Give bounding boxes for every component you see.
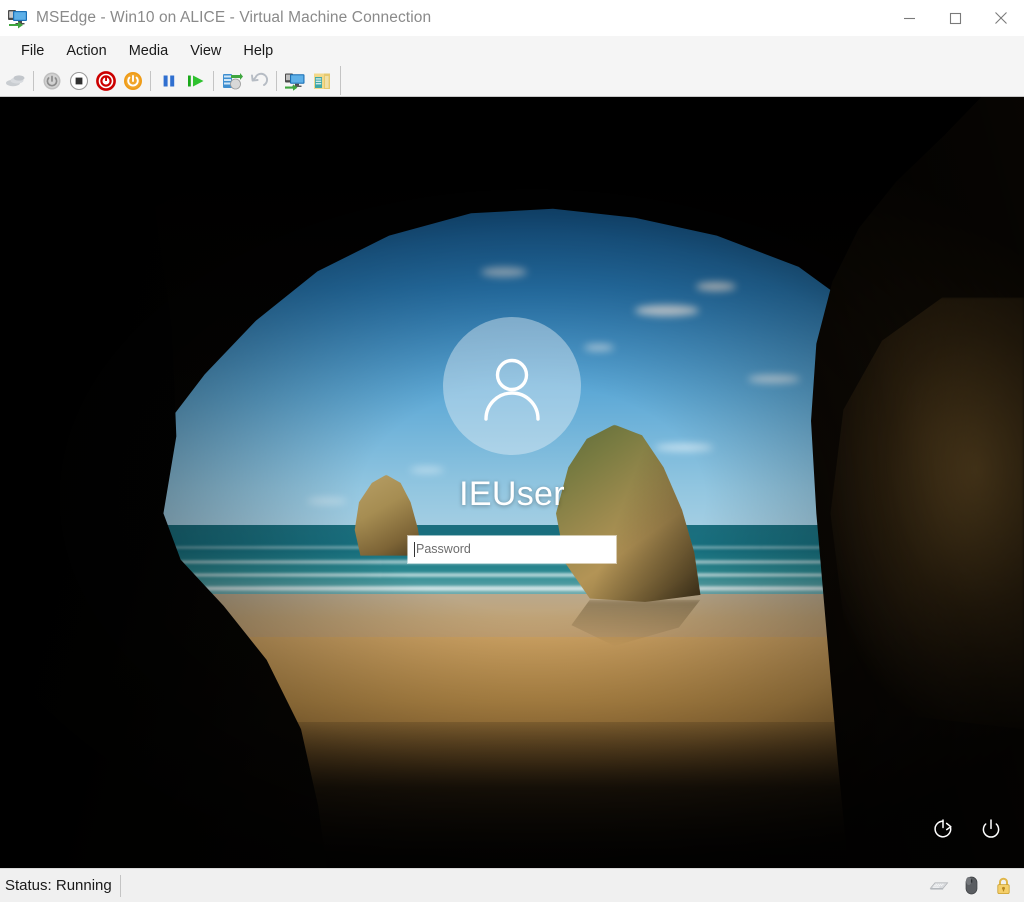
- ctrl-alt-delete-icon[interactable]: [2, 68, 29, 95]
- status-bar: Status: Running: [0, 868, 1024, 902]
- vm-screen[interactable]: IEUser Password: [0, 97, 1024, 868]
- power-icon[interactable]: [978, 816, 1004, 842]
- cloud: [481, 266, 528, 277]
- share-icon[interactable]: [308, 68, 335, 95]
- start-icon[interactable]: [38, 68, 65, 95]
- menu-item-file[interactable]: File: [10, 40, 55, 62]
- window-controls: [886, 0, 1024, 36]
- vm-connection-window: MSEdge - Win10 on ALICE - Virtual Machin…: [0, 0, 1024, 902]
- enhanced-session-icon[interactable]: [281, 68, 308, 95]
- lockscreen-bottom-icons: [930, 816, 1004, 842]
- login-panel: IEUser Password: [408, 316, 616, 563]
- revert-icon[interactable]: [245, 68, 272, 95]
- status-text: Status: Running: [5, 877, 112, 894]
- username-label: IEUser: [459, 474, 565, 513]
- menu-item-media[interactable]: Media: [118, 40, 180, 62]
- ease-of-access-icon[interactable]: [930, 816, 956, 842]
- password-placeholder: Password: [416, 542, 471, 557]
- keyboard-icon: [929, 876, 949, 896]
- window-title: MSEdge - Win10 on ALICE - Virtual Machin…: [36, 9, 432, 26]
- toolbar-end-divider: [340, 66, 341, 95]
- password-input[interactable]: Password: [408, 536, 588, 563]
- cloud: [747, 374, 800, 383]
- save-state-icon[interactable]: [119, 68, 146, 95]
- close-button[interactable]: [978, 0, 1024, 36]
- status-separator: [119, 874, 121, 897]
- toolbar-separator: [33, 71, 34, 91]
- toolbar-separator: [276, 71, 277, 91]
- submit-arrow-icon[interactable]: [588, 535, 616, 563]
- text-caret: [414, 541, 415, 557]
- vm-connection-icon: [7, 7, 29, 29]
- title-bar: MSEdge - Win10 on ALICE - Virtual Machin…: [0, 0, 1024, 36]
- maximize-button[interactable]: [932, 0, 978, 36]
- lock-icon: [993, 876, 1013, 896]
- cloud: [655, 443, 714, 451]
- shut-down-icon[interactable]: [92, 68, 119, 95]
- turn-off-icon[interactable]: [65, 68, 92, 95]
- toolbar-separator: [213, 71, 214, 91]
- toolbar-separator: [150, 71, 151, 91]
- checkpoint-icon[interactable]: [218, 68, 245, 95]
- menu-item-view[interactable]: View: [179, 40, 232, 62]
- minimize-button[interactable]: [886, 0, 932, 36]
- menu-item-help[interactable]: Help: [232, 40, 284, 62]
- status-bar-icons: [929, 876, 1013, 896]
- toolbar: [0, 66, 1024, 97]
- user-avatar-icon: [443, 316, 581, 455]
- mouse-icon: [961, 876, 981, 896]
- menu-bar: File Action Media View Help: [0, 36, 1024, 66]
- password-row: Password: [408, 535, 616, 563]
- reset-icon[interactable]: [182, 68, 209, 95]
- pause-icon[interactable]: [155, 68, 182, 95]
- cloud: [307, 497, 348, 504]
- menu-item-action[interactable]: Action: [55, 40, 117, 62]
